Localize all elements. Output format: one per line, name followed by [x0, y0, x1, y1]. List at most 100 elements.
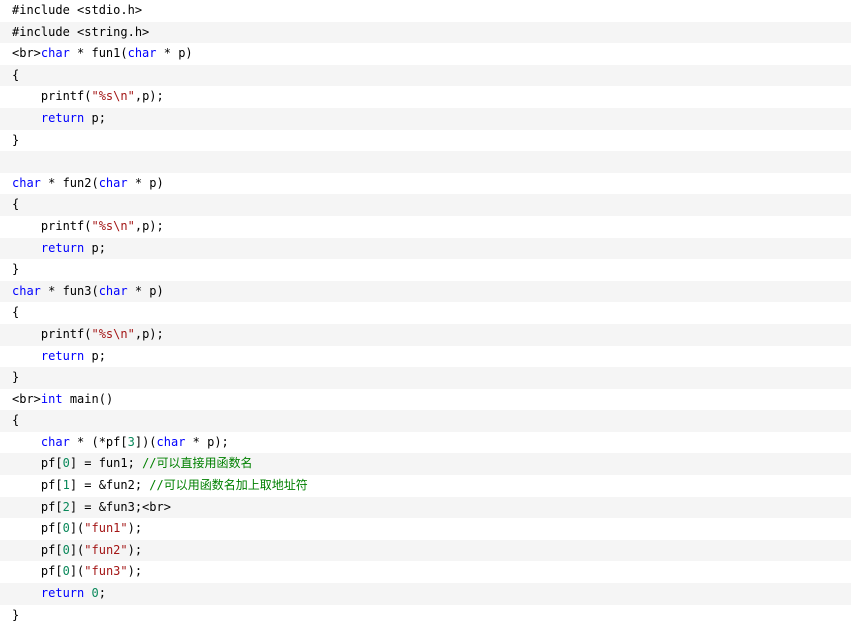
code-token: ] = fun1;: [69, 456, 143, 471]
code-token: "fun3": [84, 564, 128, 579]
code-token: #include <stdio.h>: [12, 3, 143, 17]
code-token: int: [40, 391, 63, 406]
code-token: * (*pf[: [69, 434, 128, 449]
code-line: pf[0]("fun1");: [0, 518, 851, 540]
code-line: }: [0, 259, 851, 281]
code-token: ])(: [134, 434, 157, 449]
code-token: ,p);: [134, 326, 164, 341]
code-token: }: [12, 262, 20, 277]
code-token: ,p);: [134, 218, 164, 233]
code-line: char * fun3(char * p): [0, 280, 851, 303]
code-block: #include <stdio.h> #include <string.h> <br…: [0, 0, 851, 626]
code-token: return: [40, 110, 85, 125]
code-token: char: [127, 46, 157, 61]
code-token: pf[: [12, 542, 63, 557]
code-line: return p;: [0, 237, 851, 260]
code-token: char: [156, 434, 186, 449]
code-line: }: [0, 605, 851, 626]
code-line: <br>int main(): [0, 389, 851, 411]
code-token: 0: [62, 564, 70, 579]
code-token: pf[: [12, 478, 63, 493]
code-token: * fun1(: [69, 46, 128, 61]
code-token: * fun2(: [40, 175, 99, 190]
code-line: printf("%s\n",p);: [0, 323, 851, 346]
code-token: "fun1": [84, 521, 128, 536]
code-token: char: [98, 283, 128, 298]
code-line: }: [0, 130, 851, 152]
code-line: {: [0, 64, 851, 87]
code-line: #include <string.h>: [0, 21, 851, 44]
code-token: p;: [84, 110, 106, 125]
code-token: "fun2": [84, 542, 128, 557]
code-token: 0: [62, 456, 70, 471]
code-token: ,p);: [134, 89, 164, 104]
code-token: <br>: [12, 391, 41, 406]
code-line: char * fun2(char * p): [0, 173, 851, 195]
code-token: {: [12, 197, 20, 212]
code-token: return: [40, 586, 85, 601]
code-token: );: [127, 564, 143, 579]
code-token: * fun3(: [40, 283, 99, 298]
code-token: #include <string.h>: [12, 24, 150, 39]
code-line: [0, 151, 851, 173]
code-token: ](: [69, 564, 85, 579]
code-token: char: [98, 175, 128, 190]
code-token: ] = &fun2;: [69, 478, 150, 493]
code-token: char: [40, 434, 70, 449]
code-token: //可以直接用函数名: [142, 456, 253, 471]
code-token: ;: [98, 586, 106, 601]
code-line: {: [0, 302, 851, 324]
code-token: );: [127, 542, 143, 557]
code-line: return 0;: [0, 583, 851, 605]
code-line: #include <stdio.h>: [0, 0, 851, 22]
code-token: printf(: [12, 89, 92, 104]
code-token: main(): [62, 391, 114, 406]
code-line: printf("%s\n",p);: [0, 216, 851, 238]
code-token: p;: [84, 348, 106, 363]
code-line: return p;: [0, 346, 851, 368]
code-token: char: [12, 175, 41, 190]
code-token: printf(: [12, 326, 92, 341]
code-token: );: [127, 521, 143, 536]
code-token: 2: [62, 499, 70, 514]
code-line: }: [0, 367, 851, 389]
code-token: 1: [62, 478, 70, 493]
code-line: return p;: [0, 107, 851, 130]
code-line: {: [0, 194, 851, 216]
code-token: pf[: [12, 499, 63, 514]
code-token: p;: [84, 240, 106, 255]
code-token: * p): [127, 175, 164, 190]
code-token: pf[: [12, 521, 63, 536]
code-token: 0: [91, 586, 99, 601]
code-line: printf("%s\n",p);: [0, 86, 851, 108]
code-line: pf[2] = &fun3;<br>: [0, 496, 851, 519]
code-token: "%s\n": [91, 218, 135, 233]
code-token: }: [12, 370, 20, 385]
code-line: pf[0]("fun2");: [0, 539, 851, 562]
code-line: char * (*pf[3])(char * p);: [0, 432, 851, 454]
code-token: ](: [69, 542, 85, 557]
code-token: 0: [62, 542, 70, 557]
code-token: * p);: [185, 434, 229, 449]
code-token: "%s\n": [91, 326, 135, 341]
code-line: pf[0]("fun3");: [0, 561, 851, 583]
code-token: return: [40, 240, 85, 255]
code-token: return: [40, 348, 85, 363]
code-line: <br>char * fun1(char * p): [0, 43, 851, 65]
code-token: char: [40, 46, 70, 61]
code-token: <br>: [12, 46, 41, 61]
code-token: }: [12, 132, 20, 147]
code-token: {: [12, 67, 20, 82]
code-line: {: [0, 410, 851, 432]
code-token: pf[: [12, 564, 63, 579]
code-token: "%s\n": [91, 89, 135, 104]
code-token: * p): [127, 283, 164, 298]
code-token: printf(: [12, 218, 92, 233]
code-token: char: [12, 283, 41, 298]
code-token: //可以用函数名加上取地址符: [149, 478, 308, 493]
